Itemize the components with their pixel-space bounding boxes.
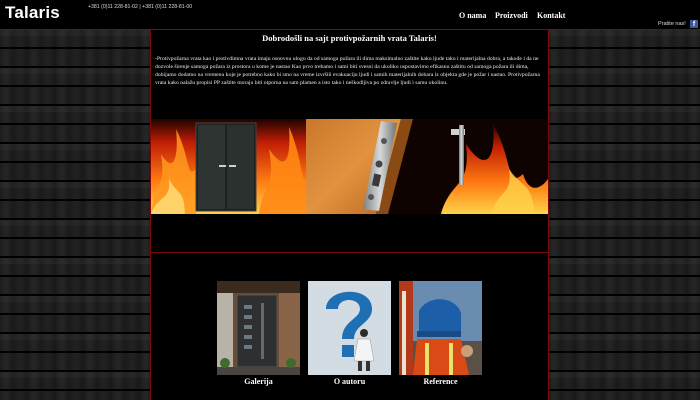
fire-doors-banner [151, 119, 548, 214]
main-content: Dobrodošli na sajt protivpožarnih vrata … [150, 30, 549, 400]
wood-background-left [0, 30, 150, 400]
references-label[interactable]: Reference [399, 377, 482, 386]
intro-paragraph: -Protivpožarna vrata kao i protivdimna v… [155, 56, 540, 86]
follow-us-text: Pratite nas! [658, 21, 686, 27]
nav-item-kontakt[interactable]: Kontakt [537, 11, 565, 20]
gallery-label[interactable]: Galerija [217, 377, 300, 386]
site-header: Talaris +381 (0)11 228-81-02 | +381 (0)1… [0, 0, 700, 30]
about-author-label[interactable]: O autoru [308, 377, 391, 386]
banner-image [151, 119, 548, 214]
site-logo[interactable]: Talaris [5, 3, 60, 23]
phone-numbers: +381 (0)11 228-81-02 | +381 (0)11 228-81… [88, 4, 193, 10]
references-tile[interactable] [399, 281, 482, 375]
section-divider [151, 252, 548, 253]
gallery-tile[interactable] [217, 281, 300, 375]
nav-item-o-nama[interactable]: O nama [459, 11, 486, 20]
welcome-heading: Dobrodošli na sajt protivpožarnih vrata … [262, 33, 437, 43]
worker-photo [399, 281, 482, 375]
about-author-tile[interactable] [308, 281, 391, 375]
wood-background-right [548, 30, 700, 400]
question-mark-image [308, 281, 391, 375]
nav-item-proizvodi[interactable]: Proizvodi [495, 11, 528, 20]
facebook-icon[interactable]: f [690, 20, 698, 28]
door-photo [217, 281, 300, 375]
